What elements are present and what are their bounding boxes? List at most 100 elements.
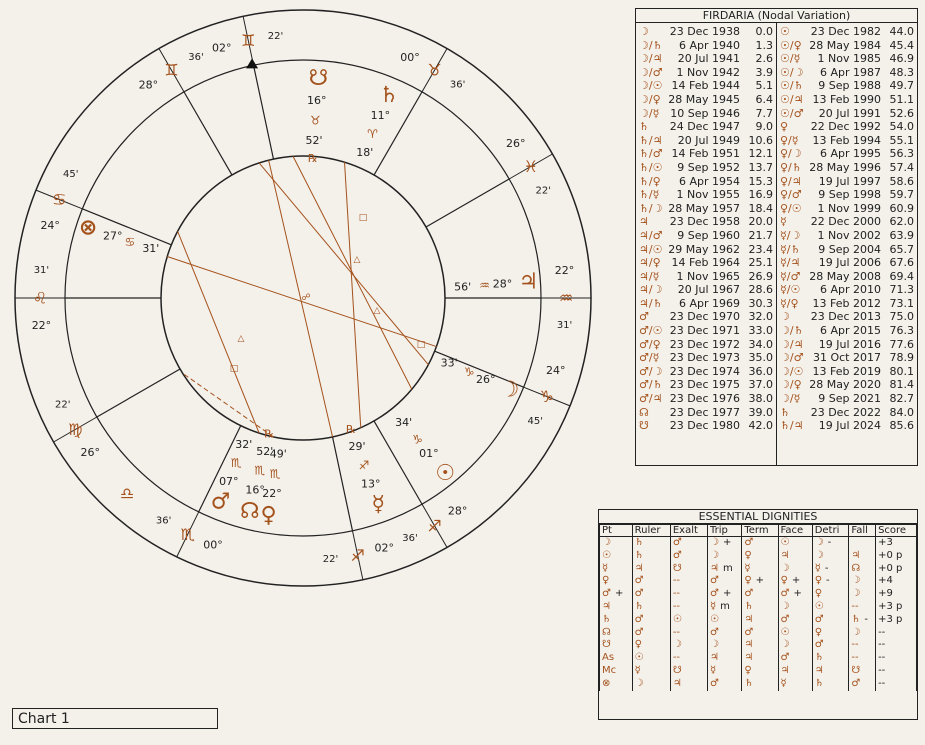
period-lords-glyph: ☽	[639, 25, 649, 38]
dignity-column-header: Score	[875, 524, 917, 537]
north-node-min: 52'	[256, 445, 273, 458]
firdaria-row: ♄/♃ 20 Jul 1949 10.6	[636, 134, 776, 148]
period-age: 59.7	[889, 188, 915, 202]
cusp-degree: 22°	[32, 319, 52, 332]
dignity-glyph: ♃	[814, 664, 824, 676]
venus-deg: 22°	[262, 487, 282, 500]
dignity-glyph: +3 p	[878, 613, 903, 625]
dignity-glyph: +9	[878, 588, 893, 600]
period-age: 75.0	[889, 310, 915, 324]
dignity-glyph: ♀	[780, 575, 788, 587]
period-age: 5.1	[755, 79, 774, 93]
dignities-title: ESSENTIAL DIGNITIES	[599, 510, 917, 524]
period-age: 44.0	[889, 25, 915, 38]
dignity-cell: --	[875, 626, 917, 640]
period-age: 54.0	[889, 120, 915, 134]
period-age: 18.4	[748, 201, 774, 215]
period-lords-glyph: ♀/♂	[780, 188, 802, 202]
period-lords-glyph: ♄/♃	[780, 419, 804, 433]
period-date: 1 Nov 2002	[817, 228, 881, 242]
part-of-fortune-deg: 27°	[103, 230, 123, 243]
aspect-square-glyph: □	[359, 213, 368, 223]
cusp-degree: 28°	[448, 504, 468, 517]
moon-sign: ♑	[464, 365, 475, 379]
aspect-opposition-glyph: ☍	[301, 293, 310, 303]
firdaria-row: ☽/☉ 13 Feb 2019 80.1	[777, 365, 917, 379]
dignity-row: Mc ☿ ☋ ☿ ♀ ♃ ♃ ☋ --	[599, 664, 917, 678]
dignity-cell: ☽	[777, 639, 813, 653]
dignity-glyph: ☽	[780, 600, 790, 612]
cusp-minute: 31'	[34, 265, 49, 276]
period-date: 13 Feb 2019	[812, 364, 881, 378]
cusp-sign-glyph: ♐	[351, 546, 365, 565]
dignity-glyph: ♂	[780, 652, 790, 664]
period-age: 12.1	[748, 147, 774, 161]
dignity-column-header: Trip	[707, 524, 743, 537]
dignity-cell: ☉	[631, 652, 671, 665]
firdaria-row: ♂/☉ 23 Dec 1971 33.0	[636, 324, 776, 338]
dignity-cell: --	[875, 652, 917, 665]
dignity-glyph: ♂	[634, 613, 644, 625]
dignity-marker: m	[723, 562, 733, 574]
cusp-minute: 22'	[55, 399, 70, 410]
period-age: 58.6	[889, 174, 915, 188]
dignity-glyph: ♀	[744, 575, 752, 587]
dignity-glyph: ☋	[672, 664, 682, 676]
north-node-retro: ℞	[264, 427, 274, 440]
dignity-glyph: ☉	[710, 613, 719, 625]
period-lords-glyph: ♃/♄	[639, 296, 663, 310]
dignity-glyph: ☿	[814, 562, 821, 574]
dignity-cell: ♄	[599, 613, 633, 627]
cusp-minute: 22'	[536, 186, 551, 197]
period-lords-glyph: ☽/☉	[780, 364, 804, 378]
dignity-cell: ♀	[741, 664, 779, 678]
period-age: 33.0	[748, 324, 774, 338]
dignity-cell: ♀	[741, 549, 779, 563]
dignity-cell: ♂	[848, 677, 877, 691]
firdaria-row: ☽/♂ 31 Oct 2017 78.9	[777, 351, 917, 365]
firdaria-row: ♃/♀ 14 Feb 1964 25.1	[636, 256, 776, 270]
cusp-degree: 26°	[80, 446, 100, 459]
period-lords-glyph: ☿/☉	[780, 283, 801, 297]
period-lords-glyph: ☉/☽	[780, 65, 804, 79]
dignity-cell: ♄	[741, 677, 779, 691]
dignity-glyph: --	[851, 600, 859, 612]
dignity-cell: ☉	[669, 613, 709, 627]
chart-name-field[interactable]: Chart 1	[12, 708, 218, 729]
dignity-cell: --	[875, 664, 917, 678]
period-age: 63.9	[889, 228, 915, 242]
saturn-min: 18'	[356, 146, 373, 159]
dignity-cell: ♀	[599, 575, 633, 589]
dignity-row: ☉ ♄ ♂ ☽ ♀ ♃ ☽ ♃ +0 p	[599, 549, 917, 563]
dignity-cell: ♂	[669, 549, 709, 563]
period-age: 30.3	[748, 296, 774, 310]
firdaria-row: ☽/♀ 28 May 2020 81.4	[777, 378, 917, 392]
firdaria-row: ☽ 23 Dec 2013 75.0	[777, 310, 917, 324]
period-lords-glyph: ☽	[780, 310, 790, 324]
dignity-glyph: ♂	[710, 588, 719, 600]
period-age: 84.0	[889, 405, 915, 419]
point-glyph: ⊗	[602, 677, 611, 689]
period-lords-glyph: ☽/☿	[639, 106, 660, 120]
dignity-glyph: ♄	[744, 677, 754, 689]
dignity-cell: ☽	[848, 626, 877, 640]
firdaria-row: ♀/♃ 19 Jul 1997 58.6	[777, 175, 917, 189]
period-age: 35.0	[748, 351, 774, 365]
period-date: 6 Apr 1940	[678, 38, 740, 52]
dignity-cell: ☋	[848, 664, 877, 678]
firdaria-row: ☉ 23 Dec 1982 44.0	[777, 25, 917, 39]
period-age: 34.0	[748, 337, 774, 351]
firdaria-row: ♂/☿ 23 Dec 1973 35.0	[636, 351, 776, 365]
saturn-sign: ♈	[367, 127, 378, 141]
period-age: 6.4	[755, 92, 774, 106]
south-node-sign: ♉	[310, 113, 321, 127]
firdaria-row: ☋ 23 Dec 1980 42.0	[636, 419, 776, 433]
dignity-glyph: ☽	[780, 639, 790, 651]
dignity-cell: ♃	[741, 613, 779, 627]
firdaria-row: ♂/♀ 23 Dec 1972 34.0	[636, 338, 776, 352]
period-date: 28 May 2020	[809, 378, 881, 392]
period-lords-glyph: ♃/☽	[639, 283, 663, 297]
dignity-cell: ♂	[631, 575, 671, 589]
dignity-glyph: ♃	[851, 549, 861, 561]
period-lords-glyph: ☽/♀	[780, 378, 802, 392]
